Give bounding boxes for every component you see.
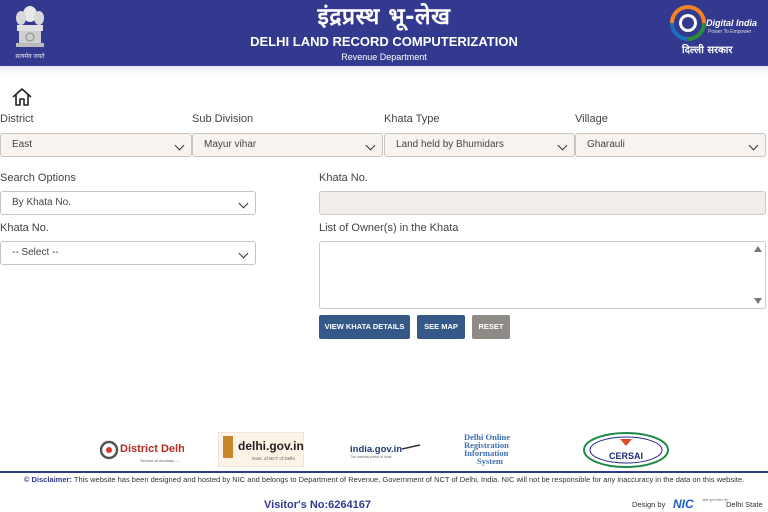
nic-logo-hindi: राष्ट्रीय सूचना विज्ञान केंद्र — [702, 498, 728, 502]
delhi-gov-tagline: Govt. of NCT of Delhi — [252, 456, 295, 461]
khata-no-select[interactable]: -- Select -- — [0, 241, 256, 265]
khata-no-input-label: Khata No. — [319, 172, 368, 184]
reset-button[interactable]: RESET — [472, 315, 510, 339]
village-label: Village — [575, 113, 608, 125]
owners-label: List of Owner(s) in the Khata — [319, 222, 459, 234]
chevron-down-icon — [557, 140, 568, 151]
chevron-down-icon — [365, 140, 376, 151]
header-divider — [0, 66, 768, 74]
design-by-label: Design by — [632, 500, 666, 509]
sub-division-value: Mayur vihar — [204, 139, 257, 150]
district-delhi-tagline: Service at doorstep...... — [140, 458, 181, 463]
scroll-up-icon[interactable] — [754, 246, 762, 252]
doris-logo[interactable]: Delhi Online Registration Information Sy… — [463, 432, 547, 466]
search-options-select[interactable]: By Khata No. — [0, 191, 256, 215]
india-gov-logo[interactable]: india.gov.in The national portal of Indi… — [350, 440, 422, 460]
chevron-down-icon — [238, 248, 249, 259]
district-value: East — [12, 139, 33, 150]
village-select[interactable]: Gharauli — [575, 133, 766, 157]
khata-no-input[interactable] — [319, 191, 766, 215]
see-map-button[interactable]: SEE MAP — [417, 315, 465, 339]
nic-logo[interactable]: NIC — [673, 497, 694, 511]
district-delhi-text: District Delhi — [120, 443, 184, 455]
delhi-state-label: Delhi State — [726, 500, 763, 509]
home-icon[interactable] — [11, 86, 33, 108]
district-select[interactable]: East — [0, 133, 192, 157]
hindi-title: इंद्रप्रस्थ भू-लेख — [317, 4, 451, 30]
cersai-logo[interactable]: CERSAI — [583, 432, 669, 468]
view-khata-details-button[interactable]: VIEW KHATA DETAILS — [319, 315, 410, 339]
scroll-down-icon[interactable] — [754, 298, 762, 304]
india-gov-tagline: The national portal of India — [350, 455, 391, 459]
disclaimer: © Disclaimer: This website has been desi… — [0, 474, 768, 485]
khata-type-select[interactable]: Land held by Bhumidars — [384, 133, 575, 157]
village-value: Gharauli — [587, 139, 625, 150]
disclaimer-label: © Disclaimer: — [23, 475, 72, 484]
district-delhi-logo[interactable]: District Delhi Service at doorstep...... — [99, 434, 188, 466]
sub-division-label: Sub Division — [192, 113, 254, 125]
chevron-down-icon — [238, 198, 249, 209]
delhi-sarkar-text: दिल्ली सरकार — [682, 45, 733, 56]
delhi-gov-text: delhi.gov.in — [238, 439, 304, 453]
owners-textarea[interactable] — [319, 241, 766, 309]
search-options-label: Search Options — [0, 172, 76, 184]
search-options-value: By Khata No. — [12, 197, 71, 208]
chevron-down-icon — [748, 140, 759, 151]
district-label: District — [0, 113, 34, 125]
chevron-down-icon — [174, 140, 185, 151]
page-title: DELHI LAND RECORD COMPUTERIZATION — [250, 34, 518, 49]
doris-line-4: System — [477, 456, 503, 466]
khata-no-select-value: -- Select -- — [12, 247, 59, 258]
digital-india-text: Digital India — [706, 18, 758, 28]
khata-type-label: Khata Type — [384, 113, 440, 125]
site-header: सत्यमेव जयते इंद्रप्रस्थ भू-लेख DELHI LA… — [0, 0, 768, 66]
digital-india-tagline: Power To Empower — [708, 29, 752, 35]
disclaimer-text: This website has been designed and hoste… — [71, 475, 745, 484]
india-gov-text: india.gov.in — [350, 444, 402, 455]
khata-no-select-label: Khata No. — [0, 222, 49, 234]
digital-india-icon — [668, 3, 708, 43]
delhi-gov-logo[interactable]: delhi.gov.in Govt. of NCT of Delhi — [217, 431, 305, 468]
cersai-text: CERSAI — [609, 451, 643, 461]
page-subtitle: Revenue Department — [341, 52, 427, 62]
visitor-count: Visitor's No:6264167 — [264, 499, 371, 511]
sub-division-select[interactable]: Mayur vihar — [192, 133, 383, 157]
footer-divider — [0, 471, 768, 473]
khata-type-value: Land held by Bhumidars — [396, 139, 504, 150]
